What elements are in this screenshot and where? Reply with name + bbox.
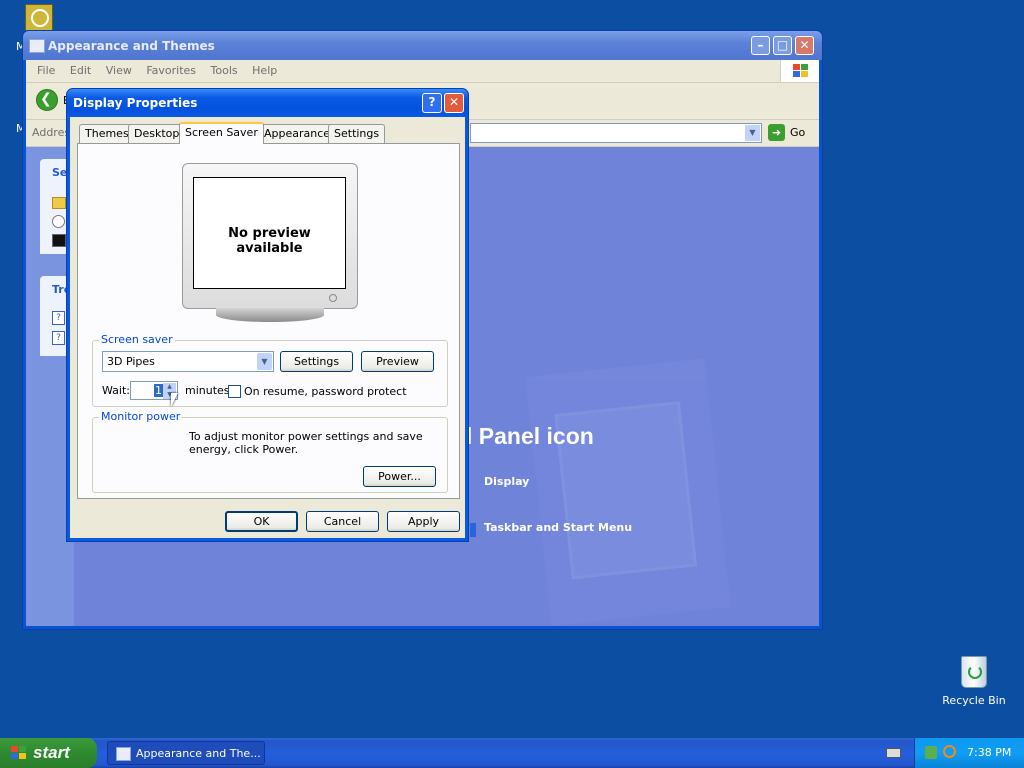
screen-saver-group-label: Screen saver (99, 333, 175, 346)
tab-appearance[interactable]: Appearance (258, 124, 337, 143)
menu-bar: File Edit View Favorites Tools Help (26, 60, 819, 83)
screen-saver-group: Screen saver 3D Pipes ▼ Settings Preview… (92, 333, 448, 407)
clock-small-icon (52, 215, 65, 228)
menu-file[interactable]: File (37, 64, 55, 77)
search-icon[interactable] (943, 745, 956, 758)
screen-saver-panel: No preview available Screen saver 3D Pip… (77, 143, 460, 499)
help-icon-2: ? (52, 331, 65, 345)
display-link-text[interactable]: Display (484, 475, 529, 488)
go-button[interactable]: ➜ Go (768, 124, 816, 142)
menu-view[interactable]: View (106, 64, 132, 77)
system-tray: 7:38 PM (914, 738, 1024, 768)
tab-screen-saver[interactable]: Screen Saver (179, 122, 264, 144)
dialog-close-button[interactable]: ✕ (444, 93, 464, 113)
tab-settings[interactable]: Settings (328, 124, 386, 143)
monitor-power-text: To adjust monitor power settings and sav… (189, 430, 423, 456)
screen-saver-select[interactable]: 3D Pipes ▼ (102, 351, 274, 372)
screen-saver-selected: 3D Pipes (107, 355, 155, 368)
monitor-stand (216, 308, 324, 322)
apply-button[interactable]: Apply (387, 511, 460, 532)
address-input[interactable]: ▼ (470, 123, 762, 143)
explorer-maximize-button[interactable]: □ (773, 36, 792, 55)
taskbar: start Appearance and The... 7:38 PM (0, 738, 1024, 768)
dialog-body: Themes Desktop Screen Saver Appearance S… (70, 117, 465, 538)
taskbar-start-menu-link-text[interactable]: Taskbar and Start Menu (484, 521, 632, 534)
menu-help[interactable]: Help (252, 64, 277, 77)
menu-favorites[interactable]: Favorites (146, 64, 196, 77)
windows-logo-icon (11, 746, 27, 761)
recycle-bin-icon (961, 656, 987, 688)
wait-label: Wait: (102, 384, 130, 397)
settings-button[interactable]: Settings (280, 351, 353, 372)
monitor-power-led (329, 294, 337, 302)
panel-heading: l Panel icon (466, 423, 594, 449)
password-protect-checkbox[interactable] (228, 385, 241, 398)
start-label: start (33, 743, 70, 762)
back-button[interactable]: ❮ (36, 89, 58, 111)
taskbar-item-label: Appearance and The... (136, 747, 261, 760)
folder-task-icon (116, 747, 131, 761)
no-preview-text: No preview available (228, 226, 311, 256)
spin-up-icon[interactable]: ▲ (163, 383, 176, 391)
network-icon[interactable] (925, 746, 937, 759)
chevron-down-icon[interactable]: ▼ (257, 353, 272, 370)
monitor-preview: No preview available (182, 163, 358, 309)
schedule-icon (31, 9, 49, 27)
watermark-checkbox-art (525, 358, 731, 626)
screen-small-icon (52, 234, 66, 247)
minutes-label: minutes (185, 384, 230, 397)
password-protect-label[interactable]: On resume, password protect (244, 385, 407, 398)
preview-button[interactable]: Preview (361, 351, 434, 372)
help-icon: ? (52, 311, 65, 325)
folder-icon (29, 39, 45, 53)
tab-themes[interactable]: Themes (79, 124, 135, 143)
explorer-title: Appearance and Themes (48, 39, 215, 53)
recycle-bin[interactable]: Recycle Bin (938, 656, 1010, 707)
taskbar-item-appearance[interactable]: Appearance and The... (107, 741, 265, 765)
address-dropdown-button[interactable]: ▼ (745, 125, 760, 141)
taskbar-small-icon (470, 523, 476, 537)
back-arrow-icon: ❮ (40, 91, 52, 107)
explorer-minimize-button[interactable]: – (751, 36, 770, 55)
keyboard-icon[interactable] (886, 748, 901, 758)
cancel-button[interactable]: Cancel (306, 511, 379, 532)
windows-flag-icon (780, 60, 819, 82)
display-properties-dialog: Display Properties ? ✕ Themes Desktop Sc… (66, 88, 469, 542)
tab-desktop[interactable]: Desktop (128, 124, 186, 143)
wait-value[interactable]: 1 (154, 384, 163, 397)
explorer-close-button[interactable]: ✕ (795, 36, 814, 55)
monitor-power-group: Monitor power To adjust monitor power se… (92, 410, 448, 493)
explorer-titlebar[interactable]: Appearance and Themes – □ ✕ (23, 31, 822, 60)
dialog-help-button[interactable]: ? (422, 93, 442, 113)
go-arrow-icon: ➜ (768, 124, 785, 141)
go-label: Go (790, 126, 806, 139)
power-button[interactable]: Power... (363, 466, 436, 487)
folder-small-icon (52, 197, 66, 209)
dialog-titlebar[interactable]: Display Properties ? ✕ (67, 89, 468, 117)
desktop-icon-top[interactable] (25, 4, 53, 32)
preview-screen: No preview available (193, 177, 346, 289)
recycle-bin-label: Recycle Bin (942, 694, 1006, 707)
menu-tools[interactable]: Tools (211, 64, 238, 77)
clock[interactable]: 7:38 PM (967, 746, 1011, 759)
menu-edit[interactable]: Edit (70, 64, 91, 77)
ok-button[interactable]: OK (225, 511, 298, 532)
mouse-cursor-icon (171, 393, 178, 407)
dialog-title: Display Properties (73, 96, 198, 110)
monitor-power-group-label: Monitor power (99, 410, 183, 423)
start-button[interactable]: start (0, 738, 97, 768)
